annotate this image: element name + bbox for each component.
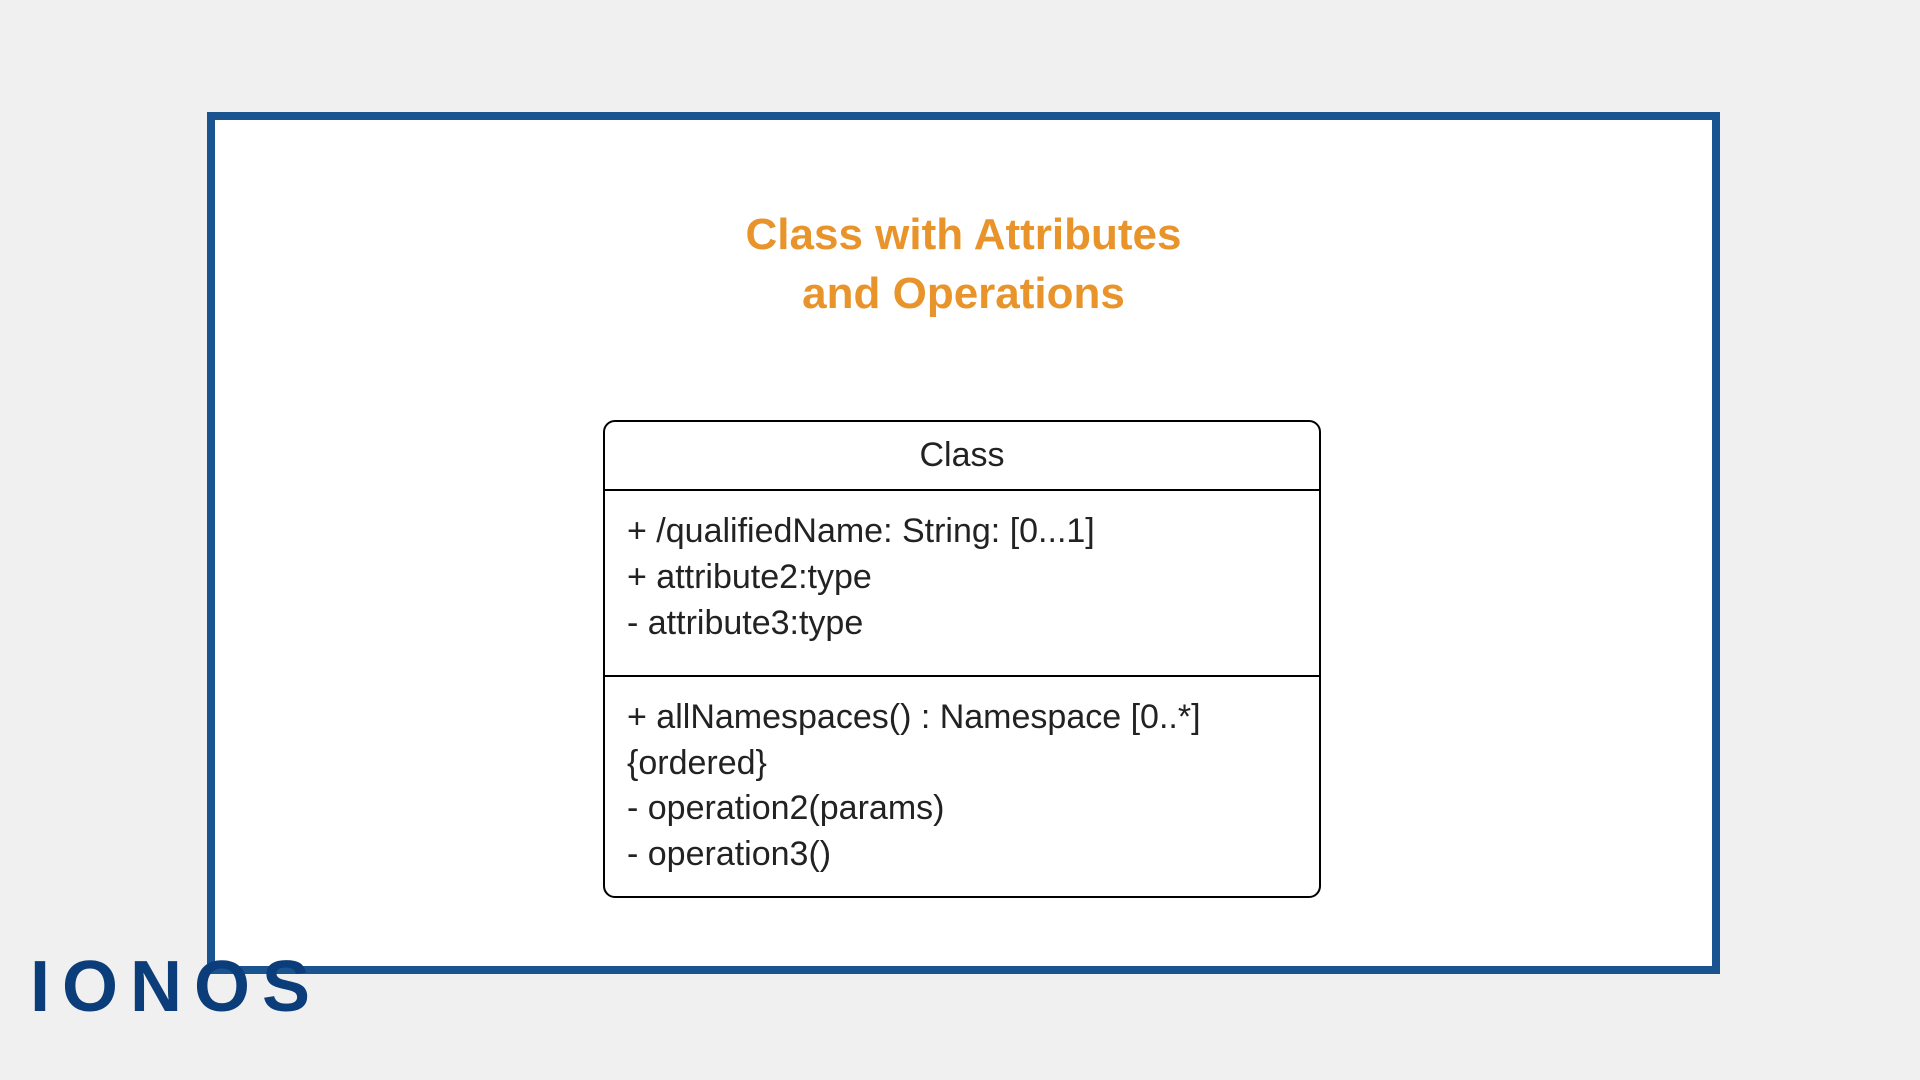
uml-attribute-row: + attribute2:type xyxy=(627,555,1297,601)
uml-attribute-row: + /qualifiedName: String: [0...1] xyxy=(627,509,1297,555)
title-line-1: Class with Attributes xyxy=(746,210,1182,259)
title-line-2: and Operations xyxy=(802,269,1125,318)
uml-operation-row: + allNamespaces() : Namespace [0..*] {or… xyxy=(627,695,1297,787)
uml-attribute-row: - attribute3:type xyxy=(627,601,1297,647)
uml-operation-row: - operation3() xyxy=(627,832,1297,878)
uml-operations-compartment: + allNamespaces() : Namespace [0..*] {or… xyxy=(605,677,1319,897)
diagram-title: Class with Attributes and Operations xyxy=(215,205,1712,324)
uml-class-name: Class xyxy=(605,422,1319,491)
uml-operation-row: - operation2(params) xyxy=(627,786,1297,832)
uml-class-box: Class + /qualifiedName: String: [0...1] … xyxy=(603,420,1321,898)
diagram-frame: Class with Attributes and Operations Cla… xyxy=(207,112,1720,974)
brand-logo: IONOS xyxy=(30,946,322,1028)
uml-attributes-compartment: + /qualifiedName: String: [0...1] + attr… xyxy=(605,491,1319,677)
